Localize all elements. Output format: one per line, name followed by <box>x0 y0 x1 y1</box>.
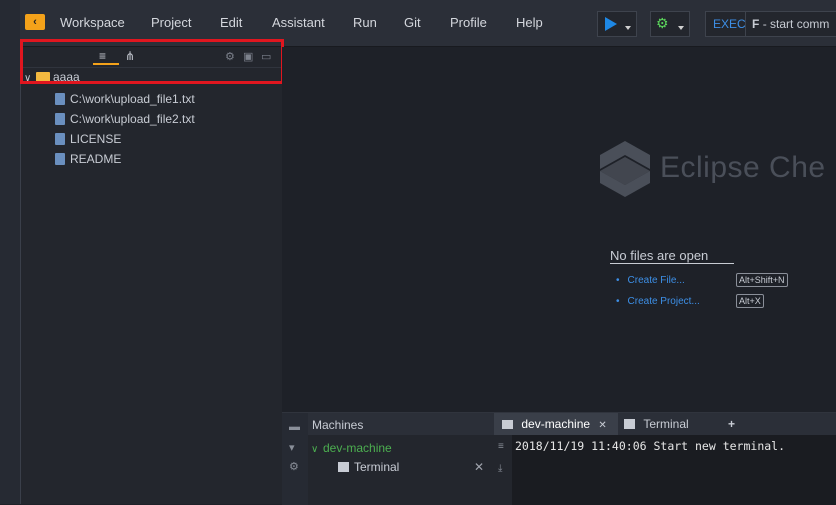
file-name: C:\work\upload_file2.txt <box>70 112 195 126</box>
close-icon[interactable]: ✕ <box>598 420 606 431</box>
machines-header: Machines <box>308 413 494 435</box>
file-name: README <box>70 152 122 166</box>
file-icon <box>55 93 65 105</box>
menu-git[interactable]: Git <box>404 15 421 30</box>
menu-edit[interactable]: Edit <box>220 15 242 30</box>
editor-area: Eclipse Che No files are open • Create Fi… <box>282 47 836 412</box>
monitor-icon[interactable]: ▬ <box>289 421 300 433</box>
exec-command-text: - start comm <box>762 17 830 31</box>
create-file-link[interactable]: • Create File... <box>616 275 685 286</box>
create-file-label: Create File... <box>627 275 685 286</box>
machine-terminal-item[interactable]: Terminal <box>338 460 399 474</box>
create-project-label: Create Project... <box>627 296 700 307</box>
file-icon <box>55 133 65 145</box>
machine-terminal-label: Terminal <box>354 460 400 474</box>
back-button[interactable]: ‹ <box>25 14 45 30</box>
terminal-gutter: ≡ ⤓ <box>494 435 512 505</box>
menu-run[interactable]: Run <box>353 15 377 30</box>
terminal-icon <box>624 419 635 429</box>
tree-node-file[interactable]: C:\work\upload_file1.txt <box>55 91 195 106</box>
menu-profile[interactable]: Profile <box>450 15 487 30</box>
scroll-down-icon[interactable]: ⤓ <box>498 463 502 474</box>
run-button[interactable] <box>597 11 637 37</box>
machines-panel: Machines ∨ dev-machine Terminal ✕ <box>308 413 494 505</box>
file-icon <box>55 113 65 125</box>
file-name: C:\work\upload_file1.txt <box>70 92 195 106</box>
menu-project[interactable]: Project <box>151 15 191 30</box>
bottom-side-toolbar: ▬ ▾ ⚙ <box>282 413 308 505</box>
left-strip <box>0 0 21 504</box>
bullet-icon: • <box>616 275 620 286</box>
tree-node-file[interactable]: README <box>55 151 121 166</box>
tree-node-file[interactable]: LICENSE <box>55 131 121 146</box>
file-icon <box>55 153 65 165</box>
debug-button[interactable]: ⚙ <box>650 11 690 37</box>
file-name: LICENSE <box>70 132 122 146</box>
no-files-heading: No files are open <box>610 248 735 264</box>
add-tab-button[interactable]: + <box>728 413 742 435</box>
tab-terminal[interactable]: Terminal <box>624 413 720 435</box>
divider <box>745 12 746 36</box>
bullet-icon: • <box>616 296 620 307</box>
exec-command: F - start comm <box>752 17 829 31</box>
chevron-down-icon <box>678 26 684 30</box>
project-explorer: ≡ ⋔ ⚙ ▣ ▭ ∨ aaaa C:\work\upload_file1.txt… <box>21 47 282 504</box>
exec-label: EXEC <box>713 17 746 31</box>
menu-assistant[interactable]: Assistant <box>272 15 325 30</box>
terminal-panel: dev-machine ✕ Terminal + ≡ ⤓ 2018/11/19 … <box>494 413 836 505</box>
machines-title: Machines <box>312 418 364 432</box>
wrap-icon[interactable]: ≡ <box>498 441 504 452</box>
download-icon[interactable]: ▾ <box>289 441 295 454</box>
chevron-down-icon: ∨ <box>311 444 319 455</box>
close-icon[interactable]: ✕ <box>474 460 484 474</box>
tab-label: dev-machine <box>521 417 591 431</box>
machine-name: dev-machine <box>323 441 392 455</box>
tree-node-file[interactable]: C:\work\upload_file2.txt <box>55 111 195 126</box>
command-selector[interactable]: EXEC F - start comm <box>705 11 836 37</box>
play-icon <box>605 17 617 31</box>
menu-help[interactable]: Help <box>516 15 543 30</box>
tab-dev-machine[interactable]: dev-machine ✕ <box>494 413 618 435</box>
bug-icon: ⚙ <box>656 15 669 31</box>
output-icon <box>502 420 513 429</box>
brand-name: Eclipse Che <box>660 151 826 184</box>
tab-label: Terminal <box>643 417 689 431</box>
menu-workspace[interactable]: Workspace <box>60 15 125 30</box>
create-project-link[interactable]: • Create Project... <box>616 296 700 307</box>
terminal-output: 2018/11/19 11:40:06 Start new terminal. <box>515 439 786 453</box>
terminal-tab-bar: dev-machine ✕ Terminal + <box>494 413 836 435</box>
bottom-panel: ▬ ▾ ⚙ Machines ∨ dev-machine Terminal ✕ d… <box>282 412 836 505</box>
exec-prefix: F <box>752 17 760 31</box>
shortcut-badge: Alt+Shift+N <box>736 273 788 287</box>
eclipse-che-logo-icon <box>600 141 650 197</box>
gear-icon[interactable]: ⚙ <box>289 460 299 473</box>
terminal-icon <box>338 462 349 472</box>
highlight-annotation <box>20 39 284 84</box>
shortcut-badge: Alt+X <box>736 294 764 308</box>
machine-item[interactable]: ∨ dev-machine <box>311 441 392 455</box>
chevron-down-icon <box>625 26 631 30</box>
